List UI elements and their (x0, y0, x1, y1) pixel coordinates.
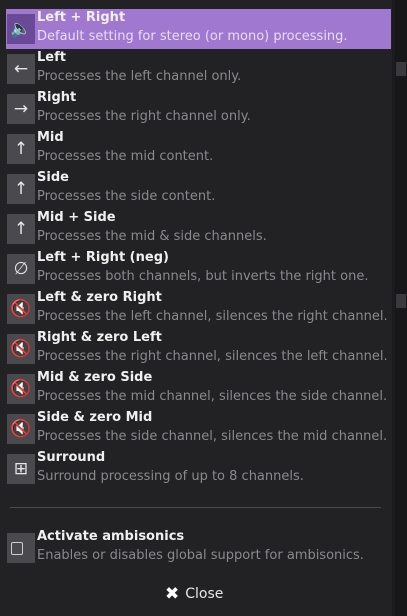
channel-mode-title: Right & zero Left (37, 330, 162, 345)
channel-mode-title: Mid & zero Side (37, 370, 153, 385)
surround-grid-icon: ⊞ (7, 454, 35, 484)
channel-mode-menu: 🔈 Left + Right Default setting for stereo … (0, 0, 392, 616)
channel-mode-item[interactable]: 🔈 Left + Right Default setting for stereo … (6, 9, 391, 49)
channel-mode-item[interactable]: ∅ Left + Right (neg) Processes both channe… (6, 249, 391, 289)
ambisonics-toggle[interactable]: Activate ambisonics Enables or disables … (6, 528, 391, 568)
arrow-up-icon: ↑ (7, 174, 35, 204)
channel-mode-description: Processes both channels, but inverts the… (37, 269, 369, 284)
channel-mode-title: Mid (37, 130, 64, 145)
channel-mode-description: Processes the side channel, silences the… (37, 429, 388, 444)
speaker-muted-icon: 🔇 (7, 334, 35, 364)
ambisonics-description: Enables or disables global support for a… (37, 548, 364, 563)
channel-mode-item[interactable]: 🔇 Side & zero Mid Processes the side chann… (6, 409, 391, 449)
channel-mode-item[interactable]: ↑ Side Processes the side content. (6, 169, 391, 209)
scrollbar[interactable] (395, 0, 407, 616)
close-label: Close (185, 586, 224, 602)
speaker-muted-icon: 🔇 (7, 414, 35, 444)
invert-phase-icon: ∅ (7, 254, 35, 284)
channel-mode-description: Default setting for stereo (or mono) pro… (37, 29, 348, 44)
channel-mode-description: Processes the left channel, silences the… (37, 309, 388, 324)
channel-mode-description: Processes the side content. (37, 189, 216, 204)
menu-separator (10, 507, 381, 508)
channel-mode-title: Left (37, 50, 66, 65)
speaker-muted-icon: 🔇 (7, 294, 35, 324)
arrow-right-icon: → (7, 94, 35, 124)
channel-mode-title: Mid + Side (37, 210, 116, 225)
ambisonics-title: Activate ambisonics (37, 529, 185, 544)
channel-mode-item[interactable]: 🔇 Right & zero Left Processes the right ch… (6, 329, 391, 369)
checkbox-icon[interactable] (7, 533, 35, 563)
close-icon: ✖ (165, 584, 180, 604)
channel-mode-description: Surround processing of up to 8 channels. (37, 469, 304, 484)
channel-mode-item[interactable]: 🔇 Mid & zero Side Processes the mid channe… (6, 369, 391, 409)
channel-mode-description: Processes the mid & side channels. (37, 229, 267, 244)
channel-mode-item[interactable]: 🔇 Left & zero Right Processes the left cha… (6, 289, 391, 329)
channel-mode-title: Surround (37, 450, 106, 465)
channel-mode-item[interactable]: ⊞ Surround Surround processing of up to 8 … (6, 449, 391, 489)
channel-mode-description: Processes the mid content. (37, 149, 214, 164)
channel-mode-description: Processes the right channel, silences th… (37, 349, 388, 364)
arrow-up-icon: ↑ (7, 214, 35, 244)
channel-mode-item[interactable]: ↑ Mid + Side Processes the mid & side chan… (6, 209, 391, 249)
channel-mode-description: Processes the right channel only. (37, 109, 251, 124)
scrollbar-marker (396, 294, 406, 308)
channel-mode-item[interactable]: ↑ Mid Processes the mid content. (6, 129, 391, 169)
speaker-icon: 🔈 (7, 14, 35, 44)
close-button[interactable]: ✖ Close (165, 582, 223, 606)
channel-mode-title: Left + Right (neg) (37, 250, 169, 265)
speaker-muted-icon: 🔇 (7, 374, 35, 404)
channel-mode-title: Left + Right (37, 10, 126, 25)
channel-mode-description: Processes the mid channel, silences the … (37, 389, 388, 404)
scrollbar-thumb[interactable] (396, 62, 406, 76)
channel-mode-title: Right (37, 90, 77, 105)
channel-mode-title: Side & zero Mid (37, 410, 153, 425)
arrow-left-icon: ← (7, 54, 35, 84)
channel-mode-item[interactable]: ← Left Processes the left channel only. (6, 49, 391, 89)
channel-mode-title: Side (37, 170, 69, 185)
arrow-up-icon: ↑ (7, 134, 35, 164)
channel-mode-item[interactable]: → Right Processes the right channel only. (6, 89, 391, 129)
channel-mode-description: Processes the left channel only. (37, 69, 242, 84)
channel-mode-title: Left & zero Right (37, 290, 162, 305)
